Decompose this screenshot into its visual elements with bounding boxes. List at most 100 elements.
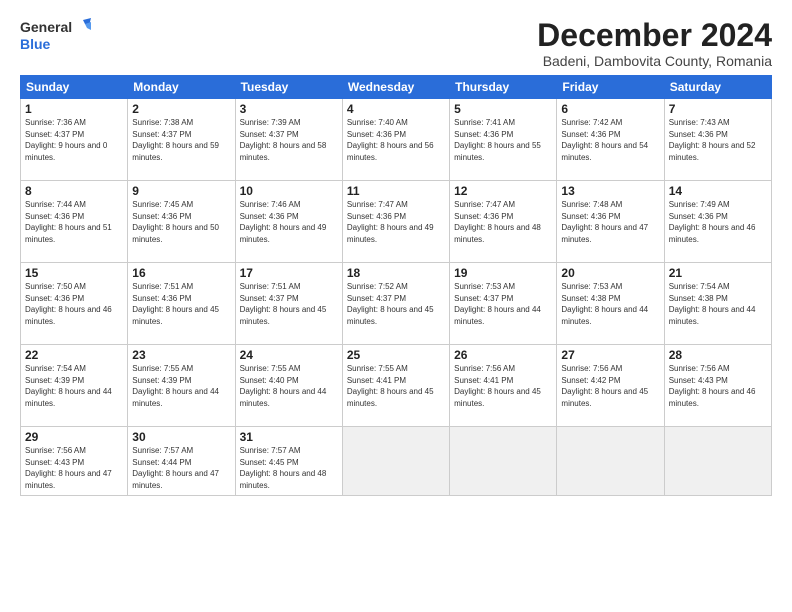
day-number: 6 bbox=[561, 102, 659, 116]
day-number: 11 bbox=[347, 184, 445, 198]
title-group: December 2024 Badeni, Dambovita County, … bbox=[537, 18, 772, 69]
day-detail: Sunrise: 7:51 AMSunset: 4:36 PMDaylight:… bbox=[132, 282, 219, 326]
day-detail: Sunrise: 7:57 AMSunset: 4:45 PMDaylight:… bbox=[240, 446, 327, 490]
table-row bbox=[664, 427, 771, 495]
day-detail: Sunrise: 7:41 AMSunset: 4:36 PMDaylight:… bbox=[454, 118, 541, 162]
table-row: 28 Sunrise: 7:56 AMSunset: 4:43 PMDaylig… bbox=[664, 345, 771, 427]
table-row: 15 Sunrise: 7:50 AMSunset: 4:36 PMDaylig… bbox=[21, 263, 128, 345]
day-detail: Sunrise: 7:56 AMSunset: 4:43 PMDaylight:… bbox=[669, 364, 756, 408]
table-row: 12 Sunrise: 7:47 AMSunset: 4:36 PMDaylig… bbox=[450, 181, 557, 263]
header-friday: Friday bbox=[557, 76, 664, 99]
day-detail: Sunrise: 7:36 AMSunset: 4:37 PMDaylight:… bbox=[25, 118, 107, 162]
day-number: 7 bbox=[669, 102, 767, 116]
table-row: 27 Sunrise: 7:56 AMSunset: 4:42 PMDaylig… bbox=[557, 345, 664, 427]
table-row bbox=[557, 427, 664, 495]
table-row: 11 Sunrise: 7:47 AMSunset: 4:36 PMDaylig… bbox=[342, 181, 449, 263]
day-number: 23 bbox=[132, 348, 230, 362]
day-detail: Sunrise: 7:52 AMSunset: 4:37 PMDaylight:… bbox=[347, 282, 434, 326]
day-number: 30 bbox=[132, 430, 230, 444]
day-number: 31 bbox=[240, 430, 338, 444]
day-detail: Sunrise: 7:55 AMSunset: 4:41 PMDaylight:… bbox=[347, 364, 434, 408]
day-number: 28 bbox=[669, 348, 767, 362]
day-detail: Sunrise: 7:47 AMSunset: 4:36 PMDaylight:… bbox=[454, 200, 541, 244]
day-number: 13 bbox=[561, 184, 659, 198]
day-detail: Sunrise: 7:39 AMSunset: 4:37 PMDaylight:… bbox=[240, 118, 327, 162]
day-detail: Sunrise: 7:45 AMSunset: 4:36 PMDaylight:… bbox=[132, 200, 219, 244]
table-row: 8 Sunrise: 7:44 AMSunset: 4:36 PMDayligh… bbox=[21, 181, 128, 263]
weekday-header-row: Sunday Monday Tuesday Wednesday Thursday… bbox=[21, 76, 772, 99]
table-row: 31 Sunrise: 7:57 AMSunset: 4:45 PMDaylig… bbox=[235, 427, 342, 495]
table-row: 3 Sunrise: 7:39 AMSunset: 4:37 PMDayligh… bbox=[235, 99, 342, 181]
day-number: 21 bbox=[669, 266, 767, 280]
day-detail: Sunrise: 7:57 AMSunset: 4:44 PMDaylight:… bbox=[132, 446, 219, 490]
table-row: 9 Sunrise: 7:45 AMSunset: 4:36 PMDayligh… bbox=[128, 181, 235, 263]
day-number: 24 bbox=[240, 348, 338, 362]
day-detail: Sunrise: 7:48 AMSunset: 4:36 PMDaylight:… bbox=[561, 200, 648, 244]
day-number: 25 bbox=[347, 348, 445, 362]
day-number: 16 bbox=[132, 266, 230, 280]
day-detail: Sunrise: 7:54 AMSunset: 4:39 PMDaylight:… bbox=[25, 364, 112, 408]
day-detail: Sunrise: 7:43 AMSunset: 4:36 PMDaylight:… bbox=[669, 118, 756, 162]
header-thursday: Thursday bbox=[450, 76, 557, 99]
month-title: December 2024 bbox=[537, 18, 772, 53]
table-row: 6 Sunrise: 7:42 AMSunset: 4:36 PMDayligh… bbox=[557, 99, 664, 181]
day-number: 1 bbox=[25, 102, 123, 116]
table-row: 19 Sunrise: 7:53 AMSunset: 4:37 PMDaylig… bbox=[450, 263, 557, 345]
table-row: 24 Sunrise: 7:55 AMSunset: 4:40 PMDaylig… bbox=[235, 345, 342, 427]
table-row: 16 Sunrise: 7:51 AMSunset: 4:36 PMDaylig… bbox=[128, 263, 235, 345]
day-detail: Sunrise: 7:44 AMSunset: 4:36 PMDaylight:… bbox=[25, 200, 112, 244]
table-row: 21 Sunrise: 7:54 AMSunset: 4:38 PMDaylig… bbox=[664, 263, 771, 345]
table-row bbox=[342, 427, 449, 495]
table-row: 4 Sunrise: 7:40 AMSunset: 4:36 PMDayligh… bbox=[342, 99, 449, 181]
day-detail: Sunrise: 7:53 AMSunset: 4:37 PMDaylight:… bbox=[454, 282, 541, 326]
day-detail: Sunrise: 7:40 AMSunset: 4:36 PMDaylight:… bbox=[347, 118, 434, 162]
day-number: 26 bbox=[454, 348, 552, 362]
header-monday: Monday bbox=[128, 76, 235, 99]
logo: General Blue bbox=[20, 18, 91, 52]
table-row: 2 Sunrise: 7:38 AMSunset: 4:37 PMDayligh… bbox=[128, 99, 235, 181]
day-number: 4 bbox=[347, 102, 445, 116]
day-number: 3 bbox=[240, 102, 338, 116]
day-number: 9 bbox=[132, 184, 230, 198]
day-detail: Sunrise: 7:53 AMSunset: 4:38 PMDaylight:… bbox=[561, 282, 648, 326]
table-row: 18 Sunrise: 7:52 AMSunset: 4:37 PMDaylig… bbox=[342, 263, 449, 345]
day-number: 10 bbox=[240, 184, 338, 198]
table-row: 17 Sunrise: 7:51 AMSunset: 4:37 PMDaylig… bbox=[235, 263, 342, 345]
day-detail: Sunrise: 7:50 AMSunset: 4:36 PMDaylight:… bbox=[25, 282, 112, 326]
day-detail: Sunrise: 7:38 AMSunset: 4:37 PMDaylight:… bbox=[132, 118, 219, 162]
table-row: 7 Sunrise: 7:43 AMSunset: 4:36 PMDayligh… bbox=[664, 99, 771, 181]
day-number: 12 bbox=[454, 184, 552, 198]
table-row: 29 Sunrise: 7:56 AMSunset: 4:43 PMDaylig… bbox=[21, 427, 128, 495]
header: General Blue December 2024 Badeni, Dambo… bbox=[20, 18, 772, 69]
day-detail: Sunrise: 7:51 AMSunset: 4:37 PMDaylight:… bbox=[240, 282, 327, 326]
table-row: 30 Sunrise: 7:57 AMSunset: 4:44 PMDaylig… bbox=[128, 427, 235, 495]
day-detail: Sunrise: 7:49 AMSunset: 4:36 PMDaylight:… bbox=[669, 200, 756, 244]
calendar-table: Sunday Monday Tuesday Wednesday Thursday… bbox=[20, 75, 772, 495]
day-detail: Sunrise: 7:47 AMSunset: 4:36 PMDaylight:… bbox=[347, 200, 434, 244]
table-row: 23 Sunrise: 7:55 AMSunset: 4:39 PMDaylig… bbox=[128, 345, 235, 427]
table-row: 1 Sunrise: 7:36 AMSunset: 4:37 PMDayligh… bbox=[21, 99, 128, 181]
calendar-page: General Blue December 2024 Badeni, Dambo… bbox=[0, 0, 792, 612]
day-number: 17 bbox=[240, 266, 338, 280]
header-wednesday: Wednesday bbox=[342, 76, 449, 99]
day-number: 18 bbox=[347, 266, 445, 280]
location-subtitle: Badeni, Dambovita County, Romania bbox=[537, 53, 772, 69]
table-row: 14 Sunrise: 7:49 AMSunset: 4:36 PMDaylig… bbox=[664, 181, 771, 263]
day-number: 19 bbox=[454, 266, 552, 280]
table-row: 22 Sunrise: 7:54 AMSunset: 4:39 PMDaylig… bbox=[21, 345, 128, 427]
table-row: 10 Sunrise: 7:46 AMSunset: 4:36 PMDaylig… bbox=[235, 181, 342, 263]
day-detail: Sunrise: 7:56 AMSunset: 4:41 PMDaylight:… bbox=[454, 364, 541, 408]
day-number: 15 bbox=[25, 266, 123, 280]
day-detail: Sunrise: 7:56 AMSunset: 4:43 PMDaylight:… bbox=[25, 446, 112, 490]
day-detail: Sunrise: 7:42 AMSunset: 4:36 PMDaylight:… bbox=[561, 118, 648, 162]
day-number: 8 bbox=[25, 184, 123, 198]
table-row: 26 Sunrise: 7:56 AMSunset: 4:41 PMDaylig… bbox=[450, 345, 557, 427]
day-detail: Sunrise: 7:54 AMSunset: 4:38 PMDaylight:… bbox=[669, 282, 756, 326]
day-number: 22 bbox=[25, 348, 123, 362]
header-sunday: Sunday bbox=[21, 76, 128, 99]
table-row: 13 Sunrise: 7:48 AMSunset: 4:36 PMDaylig… bbox=[557, 181, 664, 263]
day-number: 2 bbox=[132, 102, 230, 116]
header-saturday: Saturday bbox=[664, 76, 771, 99]
day-detail: Sunrise: 7:56 AMSunset: 4:42 PMDaylight:… bbox=[561, 364, 648, 408]
day-number: 29 bbox=[25, 430, 123, 444]
